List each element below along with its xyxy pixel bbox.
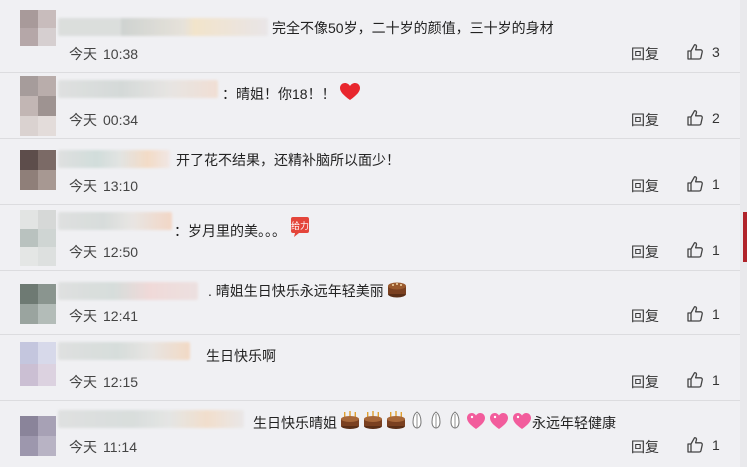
sticker-text: 给力: [291, 220, 309, 232]
comment-time: 今天 00:34: [69, 110, 138, 130]
comment-item: ：岁月里的美。。。 给力 今天 12:50 回复 1: [0, 204, 740, 271]
comment-text: 完全不像50岁，二十岁的颜值，三十岁的身材: [272, 20, 554, 36]
time-value: 11:14: [103, 439, 137, 455]
comment-time: 今天 12:41: [69, 306, 138, 326]
avatar[interactable]: [20, 416, 56, 456]
like-count: 2: [712, 110, 720, 126]
comment-item: 生日快乐啊 今天 12:15 回复 1: [0, 334, 740, 401]
time-day: 今天: [69, 178, 97, 194]
comment-item: 完全不像50岁，二十岁的颜值，三十岁的身材 今天 10:38 回复 3: [0, 0, 740, 73]
page-edge-strip: [740, 0, 747, 467]
username-blurred[interactable]: [58, 150, 170, 168]
time-day: 今天: [69, 244, 97, 260]
thumbs-up-icon: [687, 44, 703, 60]
like-button[interactable]: 1: [686, 436, 720, 454]
time-value: 13:10: [103, 178, 139, 194]
clasped-hands-icon: [428, 410, 444, 433]
comment-text: 生日快乐晴姐 永远年轻健康: [253, 410, 616, 433]
cake-icon: [363, 410, 383, 433]
like-button[interactable]: 1: [686, 241, 720, 259]
avatar[interactable]: [20, 342, 56, 386]
comment-text: 开了花不结果，还精补脑所以面少！: [176, 152, 400, 168]
like-button[interactable]: 3: [686, 43, 720, 61]
thumbs-up-icon: [687, 306, 703, 322]
reply-button[interactable]: 回复: [631, 176, 659, 196]
sparkling-heart-icon: [512, 412, 532, 433]
comment-text: 生日快乐啊: [206, 348, 276, 364]
cake-icon: [386, 410, 406, 433]
like-button[interactable]: 1: [686, 175, 720, 193]
like-button[interactable]: 1: [686, 371, 720, 389]
reply-button[interactable]: 回复: [631, 306, 659, 326]
cake-icon: [387, 280, 407, 301]
like-count: 3: [712, 44, 720, 60]
clasped-hands-icon: [409, 410, 425, 433]
like-count: 1: [712, 437, 720, 453]
username-blurred[interactable]: [58, 212, 172, 230]
time-day: 今天: [69, 374, 97, 390]
comment-item: 开了花不结果，还精补脑所以面少！ 今天 13:10 回复 1: [0, 138, 740, 205]
username-blurred[interactable]: [58, 410, 244, 428]
thumbs-up-icon: [687, 372, 703, 388]
username-blurred[interactable]: [58, 80, 218, 98]
comment-list: 完全不像50岁，二十岁的颜值，三十岁的身材 今天 10:38 回复 3 ：晴姐！你…: [0, 0, 740, 467]
comment-time: 今天 11:14: [69, 437, 137, 457]
time-value: 10:38: [103, 46, 139, 62]
comment-item: 生日快乐晴姐 永远年轻健康 今天 11:14 回复 1: [0, 400, 740, 467]
username-blurred[interactable]: [58, 342, 190, 360]
comment-text: . 晴姐生日快乐永远年轻美丽: [208, 280, 407, 301]
username-blurred[interactable]: [58, 282, 198, 300]
time-day: 今天: [69, 308, 97, 324]
time-day: 今天: [69, 46, 97, 62]
comment-item: ：晴姐！你18！！ 今天 00:34 回复 2: [0, 72, 740, 139]
avatar[interactable]: [20, 10, 56, 46]
time-value: 12:41: [103, 308, 139, 324]
avatar[interactable]: [20, 210, 56, 266]
time-day: 今天: [69, 439, 97, 455]
avatar[interactable]: [20, 284, 56, 324]
time-value: 00:34: [103, 112, 139, 128]
comment-time: 今天 13:10: [69, 176, 138, 196]
sparkling-heart-icon: [489, 412, 509, 433]
like-count: 1: [712, 176, 720, 192]
comment-text: ：岁月里的美。。。 给力: [174, 216, 311, 241]
like-count: 1: [712, 372, 720, 388]
comment-time: 今天 12:15: [69, 372, 138, 392]
red-heart-icon: [339, 82, 361, 104]
jiayou-sticker-icon: 给力: [289, 216, 311, 241]
like-count: 1: [712, 306, 720, 322]
comment-text-part1: 生日快乐晴姐: [253, 415, 337, 431]
comment-text-part2: 永远年轻健康: [532, 415, 616, 431]
reply-button[interactable]: 回复: [631, 110, 659, 130]
reply-button[interactable]: 回复: [631, 437, 659, 457]
thumbs-up-icon: [687, 242, 703, 258]
reply-button[interactable]: 回复: [631, 242, 659, 262]
comment-time: 今天 10:38: [69, 44, 138, 64]
comment-time: 今天 12:50: [69, 242, 138, 262]
comment-text-body: ：岁月里的美。。。: [174, 223, 286, 239]
clasped-hands-icon: [447, 410, 463, 433]
sparkling-heart-icon: [466, 412, 486, 433]
username-blurred[interactable]: [58, 18, 268, 36]
reply-button[interactable]: 回复: [631, 44, 659, 64]
comment-text-body: ：晴姐！你18！！: [222, 86, 336, 102]
time-value: 12:50: [103, 244, 139, 260]
comment-text: ：晴姐！你18！！: [222, 82, 361, 104]
comment-item: . 晴姐生日快乐永远年轻美丽 今天 12:41 回复 1: [0, 270, 740, 335]
time-day: 今天: [69, 112, 97, 128]
thumbs-up-icon: [687, 176, 703, 192]
like-button[interactable]: 1: [686, 305, 720, 323]
like-button[interactable]: 2: [686, 109, 720, 127]
comment-text-body: . 晴姐生日快乐永远年轻美丽: [208, 283, 384, 299]
time-value: 12:15: [103, 374, 139, 390]
page-edge-accent: [743, 212, 747, 262]
avatar[interactable]: [20, 76, 56, 136]
cake-icon: [340, 410, 360, 433]
thumbs-up-icon: [687, 437, 703, 453]
reply-button[interactable]: 回复: [631, 372, 659, 392]
avatar[interactable]: [20, 150, 56, 190]
like-count: 1: [712, 242, 720, 258]
thumbs-up-icon: [687, 110, 703, 126]
